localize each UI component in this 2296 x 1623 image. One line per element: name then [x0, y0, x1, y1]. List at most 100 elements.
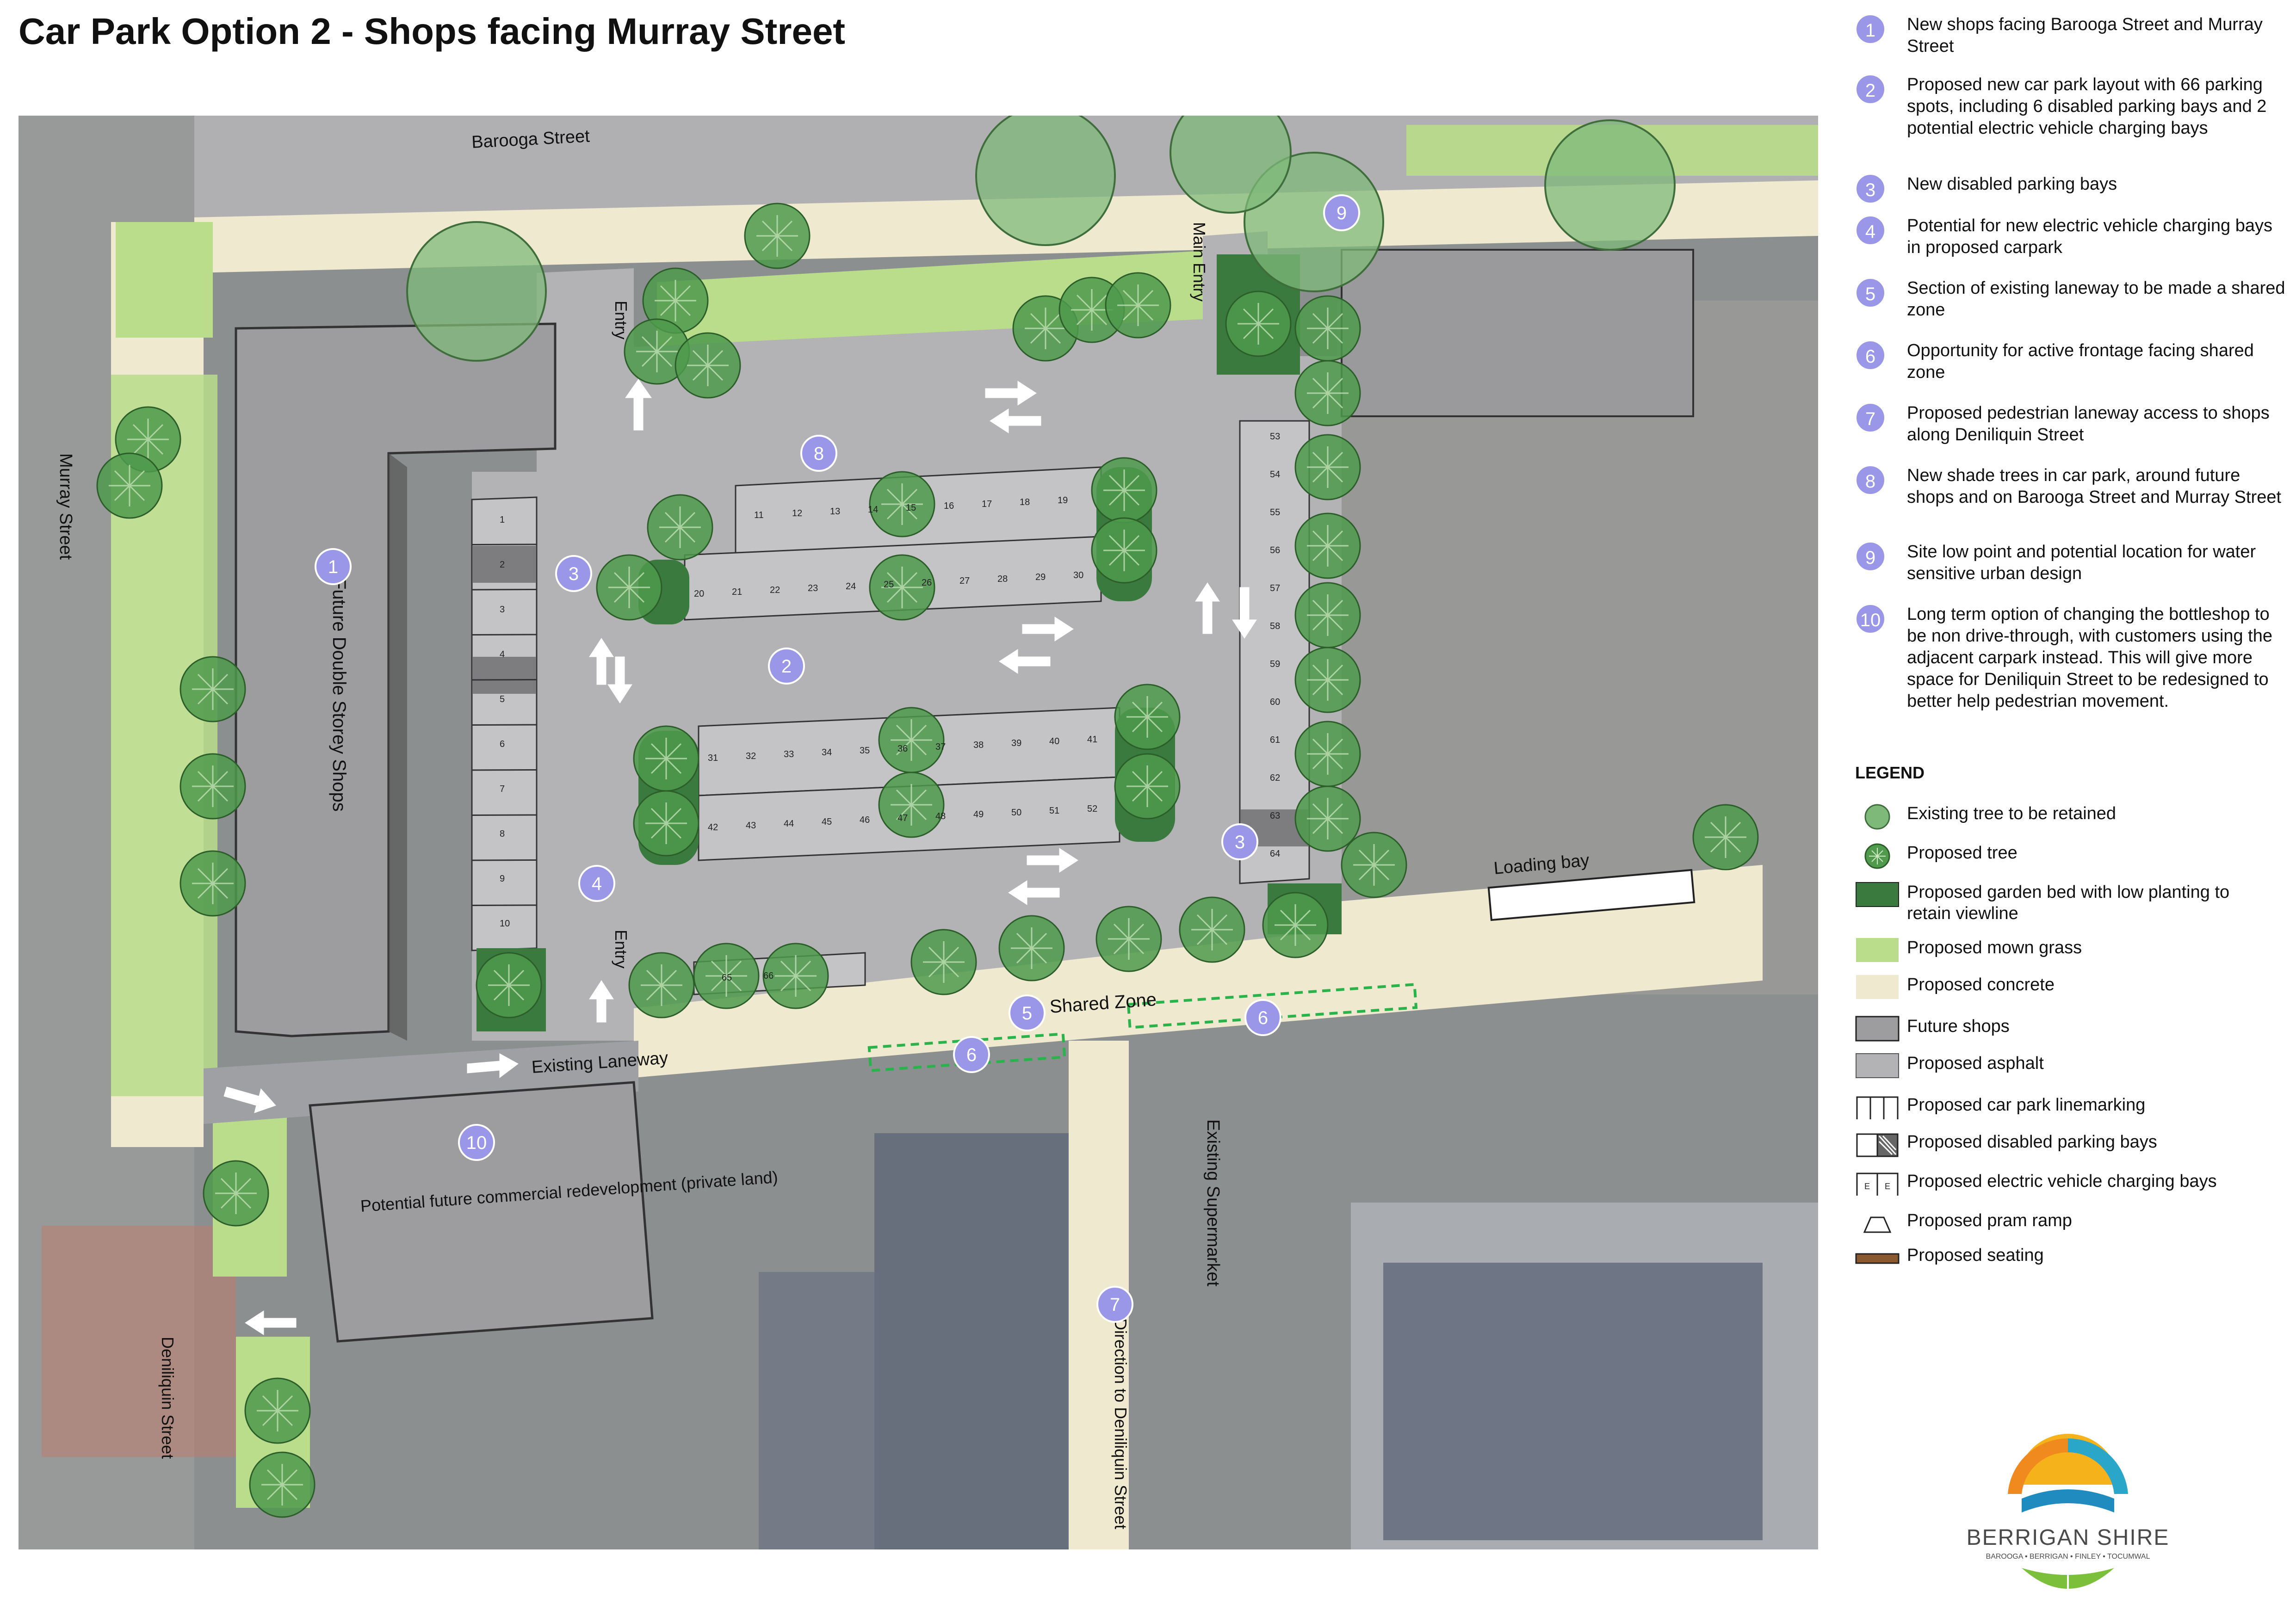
map-callout-badge: 7	[1096, 1286, 1133, 1323]
parking-bay-number: 17	[982, 499, 992, 509]
svg-text:E: E	[1864, 1182, 1870, 1191]
proposed-tree-icon	[1294, 360, 1361, 426]
parking-bay-number: 6	[500, 739, 505, 749]
parking-bay-number: 63	[1270, 811, 1280, 821]
legend-label: Proposed seating	[1907, 1246, 2044, 1265]
legend-item: Proposed disabled parking bays	[1855, 1129, 2285, 1166]
map-callout-badge: 9	[1323, 194, 1360, 231]
legend-item: E E Proposed electric vehicle charging bay…	[1855, 1168, 2285, 1205]
parking-bay-number: 18	[1020, 497, 1030, 507]
proposed-tree-icon	[1294, 295, 1361, 362]
parking-bay-number: 11	[754, 510, 764, 520]
proposed-tree-icon	[179, 753, 246, 820]
note-number-badge: 9	[1855, 541, 1886, 572]
linemarking-icon	[1856, 1096, 1899, 1119]
parking-bay-number: 60	[1270, 697, 1280, 707]
legend-item: Proposed garden bed with low planting to…	[1855, 879, 2285, 923]
grass-swatch	[1856, 938, 1899, 962]
parking-bay-number: 58	[1270, 621, 1280, 631]
existing-building-ne	[1341, 249, 1694, 417]
legend-label: Proposed disabled parking bays	[1907, 1132, 2157, 1152]
proposed-tree-icon	[1095, 906, 1162, 972]
legend-item: Proposed asphalt	[1855, 1050, 2285, 1087]
logo-name: BERRIGAN SHIRE	[1967, 1525, 2170, 1550]
note-number-badge: 2	[1855, 74, 1886, 105]
label-future-shops: Future Double Storey Shops	[329, 578, 349, 812]
map-callout-number: 10	[466, 1133, 487, 1153]
note-number-badge: 10	[1855, 604, 1886, 634]
proposed-tree-icon	[628, 952, 695, 1018]
legend-label: Proposed electric vehicle charging bays	[1907, 1172, 2217, 1191]
label-entry-north: Entry	[612, 301, 631, 339]
proposed-tree-icon	[910, 929, 977, 995]
proposed-tree-icon	[1179, 896, 1245, 963]
note-text: Proposed pedestrian laneway access to sh…	[1907, 403, 2270, 444]
parking-bay-number: 65	[722, 973, 732, 983]
label-main-entry: Main Entry	[1190, 222, 1209, 302]
asphalt-swatch	[1856, 1053, 1899, 1078]
map-callout-badge: 3	[555, 555, 592, 592]
map-callout-number: 9	[1337, 203, 1347, 223]
parking-bay-number: 62	[1270, 773, 1280, 783]
parking-bay-number: 4	[500, 649, 505, 660]
parking-bay-number: 42	[708, 822, 718, 833]
logo-sun-icon	[2008, 1434, 2128, 1512]
legend-label: Proposed car park linemarking	[1907, 1095, 2146, 1115]
parking-bay-number: 40	[1049, 736, 1059, 747]
note-number-badge: 1	[1855, 14, 1886, 44]
parking-bay-number: 50	[1011, 808, 1021, 818]
svg-text:E: E	[1885, 1182, 1890, 1191]
parking-bay-number: 54	[1270, 469, 1280, 480]
proposed-tree-icon	[1294, 647, 1361, 713]
note-number-badge: 4	[1855, 215, 1886, 246]
parking-bay-number: 55	[1270, 507, 1280, 518]
proposed-tree-icon	[1225, 290, 1292, 357]
label-entry-south: Entry	[612, 930, 631, 969]
parking-bay-number: 52	[1087, 804, 1097, 814]
proposed-tree-icon	[244, 1377, 311, 1444]
parking-bay-number: 35	[860, 746, 870, 756]
garden-bed-swatch	[1856, 882, 1899, 907]
aerial-solar-panels-a	[1383, 1263, 1763, 1540]
seating-icon	[1855, 1253, 1900, 1264]
legend-item: Existing tree to be retained	[1855, 800, 2285, 837]
parking-bay-number: 59	[1270, 659, 1280, 669]
parking-bay-number: 30	[1073, 570, 1083, 580]
note-text: Section of existing laneway to be made a…	[1907, 278, 2285, 320]
proposed-tree-icon	[675, 332, 741, 399]
logo-towns: BAROOGA • BERRIGAN • FINLEY • TOCUMWAL	[1986, 1553, 2150, 1561]
map-callout-number: 2	[781, 656, 792, 677]
proposed-tree-icon	[1262, 892, 1329, 958]
parking-bay-number: 12	[792, 508, 802, 518]
proposed-tree-icon	[1114, 684, 1181, 750]
proposed-tree-icon	[869, 471, 935, 537]
parking-bay-number: 5	[500, 694, 505, 704]
parking-bay-number: 27	[959, 576, 970, 586]
note-text: Potential for new electric vehicle charg…	[1907, 216, 2272, 257]
legend-item: Proposed concrete	[1855, 971, 2285, 1008]
parking-bay-number: 44	[784, 819, 794, 829]
note-number-badge: 8	[1855, 465, 1886, 495]
parking-bay-number: 49	[973, 809, 984, 820]
parking-bay-number: 36	[897, 744, 908, 754]
parking-bay-number: 38	[973, 740, 984, 750]
proposed-tree-icon	[1294, 785, 1361, 852]
map-callout-number: 6	[966, 1045, 977, 1065]
map-callout-number: 7	[1110, 1295, 1120, 1315]
parking-bay-number: 56	[1270, 545, 1280, 555]
parking-bay-number: 34	[822, 747, 832, 758]
parking-bay-number: 15	[906, 503, 916, 513]
legend-panel: 1 New shops facing Barooga Street and Mur…	[1846, 14, 2285, 1605]
parking-bay-number: 31	[708, 753, 718, 763]
parking-bay-number: 39	[1011, 738, 1021, 748]
label-murray-street: Murray Street	[56, 453, 75, 560]
parking-bay-number: 66	[763, 971, 774, 981]
map-callout-badge: 6	[953, 1036, 990, 1073]
proposed-tree-icon	[1091, 457, 1157, 524]
legend-label: Existing tree to be retained	[1907, 804, 2117, 823]
map-callout-number: 8	[814, 444, 824, 464]
proposed-tree-icon	[1864, 843, 1890, 869]
parking-bay-number: 22	[770, 585, 780, 595]
parking-bay-number: 13	[830, 506, 840, 517]
proposed-tree-icon	[1692, 804, 1759, 870]
